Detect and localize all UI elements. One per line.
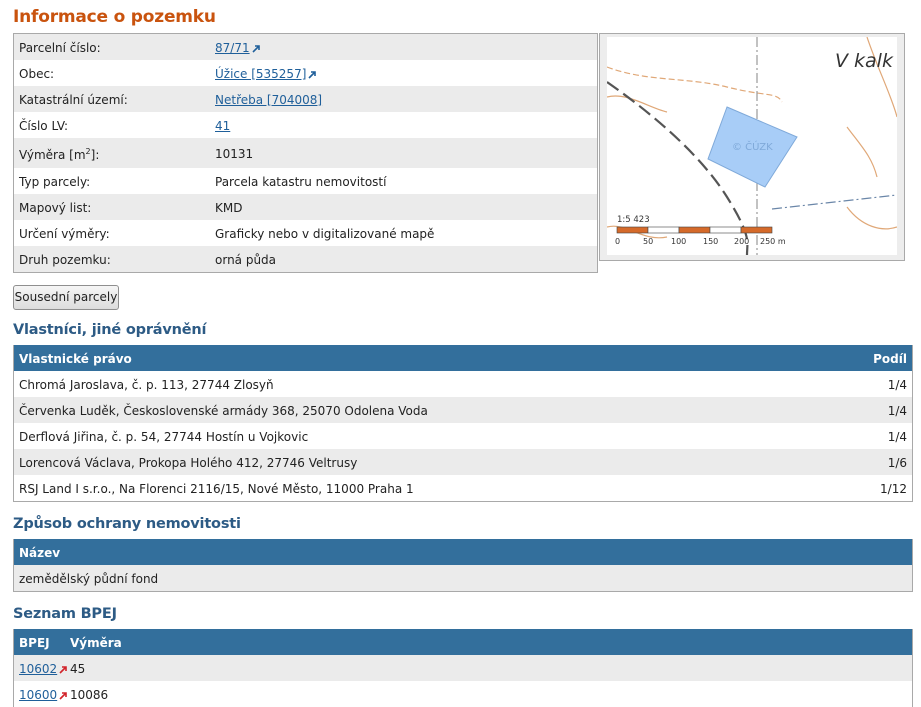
owner-name: Lorencová Václava, Prokopa Holého 412, 2… (19, 456, 358, 470)
external-link-icon[interactable] (58, 691, 67, 700)
parcel-number-link[interactable]: 87/71 (215, 41, 250, 55)
info-row-land-kind: Druh pozemku: orná půda (14, 246, 597, 272)
protection-heading: Způsob ochrany nemovitosti (13, 516, 241, 532)
scale-tick: 250 m (760, 237, 786, 246)
scale-tick: 200 (734, 237, 749, 246)
info-row-area-method: Určení výměry: Graficky nebo v digitaliz… (14, 220, 597, 246)
parcel-info-table: Parcelní číslo: 87/71 Obec: Úžice [53525… (13, 33, 598, 273)
table-row: 10600 10086 (14, 681, 912, 707)
external-link-icon[interactable] (307, 70, 317, 79)
info-value: orná půda (215, 253, 277, 267)
neighbor-parcels-button[interactable]: Sousední parcely (13, 285, 119, 310)
external-link-icon[interactable] (251, 44, 260, 53)
info-label: Typ parcely: (19, 175, 91, 189)
bpej-table-header: BPEJ Výměra (14, 629, 912, 655)
scale-tick: 0 (615, 237, 620, 246)
owners-heading: Vlastníci, jiné oprávnění (13, 322, 207, 338)
info-label: Katastrální území: (19, 93, 128, 107)
table-row: zemědělský půdní fond (14, 565, 912, 591)
table-row: Chromá Jaroslava, č. p. 113, 27744 Zlosy… (14, 371, 912, 397)
info-value: Graficky nebo v digitalizované mapě (215, 227, 435, 241)
info-label: Obec: (19, 67, 55, 81)
protection-table-header: Název (14, 539, 912, 565)
protection-table: Název zemědělský půdní fond (13, 539, 913, 592)
info-row-area: Výměra [m2]: 10131 (14, 138, 597, 168)
table-row: 10602 45 (14, 655, 912, 681)
page-title: Informace o pozemku (13, 7, 216, 27)
column-header: Název (19, 546, 61, 560)
bpej-area: 45 (70, 662, 86, 676)
map-canvas[interactable]: © ČÚZK V kalk 1:5 423 0 50 100 150 200 2… (607, 37, 897, 255)
column-header: Podíl (873, 352, 907, 366)
info-label: Mapový list: (19, 201, 92, 215)
owner-name: RSJ Land I s.r.o., Na Florenci 2116/15, … (19, 482, 414, 496)
bpej-area: 10086 (70, 688, 109, 702)
info-row-cadastral: Katastrální území: Netřeba [704008] (14, 86, 597, 112)
column-header: BPEJ (19, 636, 50, 650)
info-label: Určení výměry: (19, 227, 110, 241)
info-row-map-sheet: Mapový list: KMD (14, 194, 597, 220)
scale-tick: 50 (643, 237, 653, 246)
column-header: Výměra (70, 636, 122, 650)
info-label: Výměra [m2]: (19, 147, 100, 162)
info-row-type: Typ parcely: Parcela katastru nemovitost… (14, 168, 597, 194)
map-watermark: © ČÚZK (732, 140, 773, 153)
info-value: KMD (215, 201, 243, 215)
protection-name: zemědělský půdní fond (19, 572, 159, 586)
owners-table-header: Vlastnické právo Podíl (14, 345, 912, 371)
owner-share: 1/12 (880, 482, 907, 496)
municipality-link[interactable]: Úžice [535257] (215, 67, 306, 81)
info-value: Parcela katastru nemovitostí (215, 175, 387, 189)
parcel-map[interactable]: © ČÚZK V kalk 1:5 423 0 50 100 150 200 2… (599, 33, 905, 261)
info-label: Parcelní číslo: (19, 41, 101, 55)
map-scale-label: 1:5 423 (617, 215, 650, 225)
owner-share: 1/4 (887, 430, 907, 444)
bpej-table: BPEJ Výměra 10602 45 10600 10086 (13, 629, 913, 707)
info-row-lv: Číslo LV: 41 (14, 112, 597, 138)
owner-name: Chromá Jaroslava, č. p. 113, 27744 Zlosy… (19, 378, 274, 392)
table-row: RSJ Land I s.r.o., Na Florenci 2116/15, … (14, 475, 912, 501)
table-row: Derflová Jiřina, č. p. 54, 27744 Hostín … (14, 423, 912, 449)
column-header: Vlastnické právo (19, 352, 132, 366)
lv-number-link[interactable]: 41 (215, 119, 230, 133)
bpej-code-link[interactable]: 10600 (19, 688, 57, 702)
table-row: Červenka Luděk, Československé armády 36… (14, 397, 912, 423)
cadastral-area-link[interactable]: Netřeba [704008] (215, 93, 322, 107)
external-link-icon[interactable] (58, 665, 67, 674)
owners-table: Vlastnické právo Podíl Chromá Jaroslava,… (13, 345, 913, 502)
scale-tick: 150 (703, 237, 718, 246)
scale-tick: 100 (671, 237, 686, 246)
owner-name: Derflová Jiřina, č. p. 54, 27744 Hostín … (19, 430, 309, 444)
owner-share: 1/6 (887, 456, 907, 470)
map-place-label: V kalk (835, 50, 894, 72)
info-row-obec: Obec: Úžice [535257] (14, 60, 597, 86)
info-label: Druh pozemku: (19, 253, 111, 267)
table-row: Lorencová Václava, Prokopa Holého 412, 2… (14, 449, 912, 475)
info-label: Číslo LV: (19, 119, 69, 133)
owner-name: Červenka Luděk, Československé armády 36… (19, 404, 428, 418)
owner-share: 1/4 (887, 404, 907, 418)
bpej-heading: Seznam BPEJ (13, 606, 117, 622)
owner-share: 1/4 (887, 378, 907, 392)
bpej-code-link[interactable]: 10602 (19, 662, 57, 676)
info-value: 10131 (215, 147, 254, 161)
info-row-parcel: Parcelní číslo: 87/71 (14, 34, 597, 60)
